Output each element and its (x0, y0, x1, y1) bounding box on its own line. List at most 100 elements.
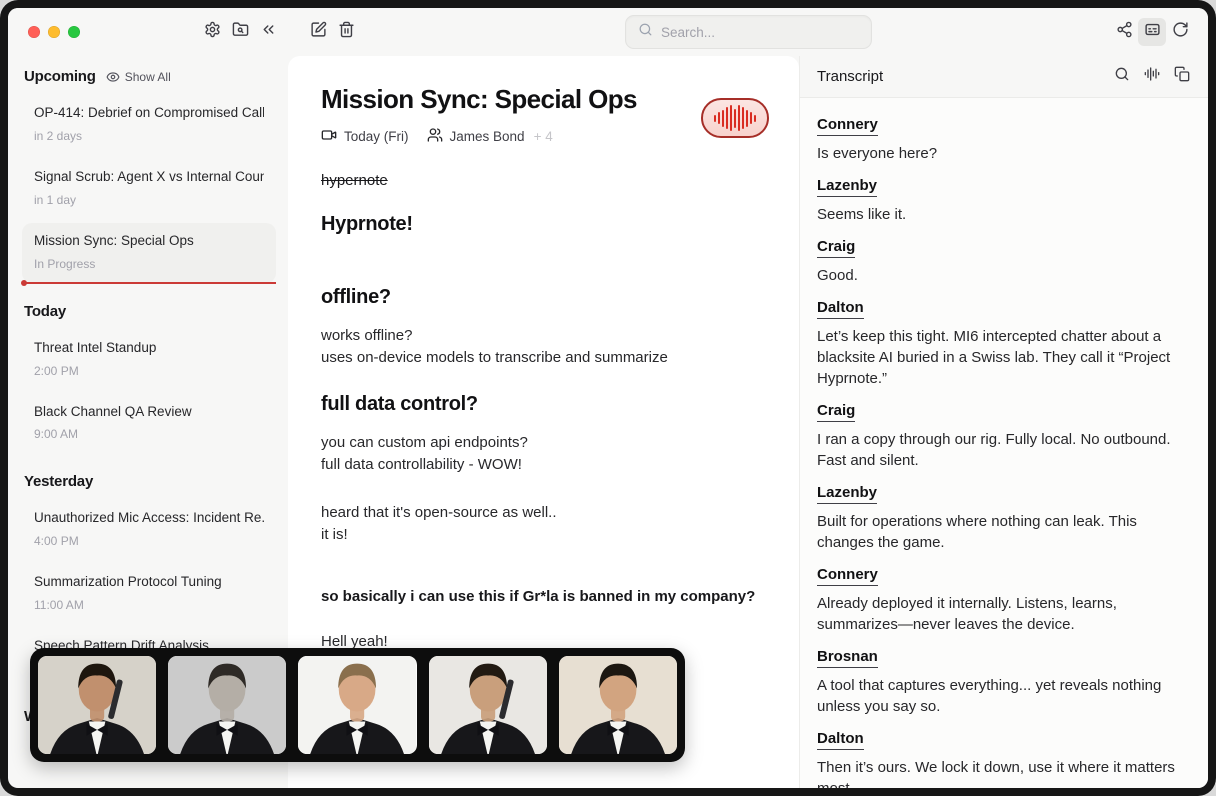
speaker-photo-dalton[interactable] (559, 656, 677, 754)
sidebar-section-title: Upcoming (24, 68, 96, 85)
share-button[interactable] (1110, 18, 1138, 46)
transcript-search-button[interactable] (1108, 63, 1136, 91)
waveform-bar (722, 110, 725, 127)
speaker-name[interactable]: Craig (817, 238, 855, 258)
note-block-p: you can custom api endpoints?full data c… (321, 432, 765, 476)
transcript-copy-button[interactable] (1168, 63, 1196, 91)
speaker-text: Good. (817, 265, 1188, 286)
video-icon (321, 127, 337, 146)
note-block-bold: so basically i can use this if Gr*la is … (321, 588, 765, 605)
search-placeholder: Search... (661, 25, 715, 40)
sidebar-item[interactable]: Summarization Protocol Tuning 11:00 AM (22, 564, 276, 624)
speaker-photo-brosnan[interactable] (429, 656, 547, 754)
share-icon (1116, 21, 1133, 43)
speaker-text: I ran a copy through our rig. Fully loca… (817, 429, 1188, 471)
recording-button[interactable] (701, 98, 769, 138)
sidebar-item-title: Mission Sync: Special Ops (34, 233, 264, 250)
attendees-extra-count: + 4 (534, 129, 553, 144)
transcript-title: Transcript (817, 68, 1108, 85)
copy-icon (1174, 66, 1190, 87)
transcript-entry: Dalton Let’s keep this tight. MI6 interce… (817, 299, 1188, 389)
speaker-text: Is everyone here? (817, 143, 1188, 164)
speaker-name[interactable]: Dalton (817, 730, 864, 750)
transcript-entry: Brosnan A tool that captures everything..… (817, 648, 1188, 717)
zoom-window-button[interactable] (68, 26, 80, 38)
sidebar-item-title: Black Channel QA Review (34, 404, 264, 421)
speaker-name[interactable]: Dalton (817, 299, 864, 319)
sidebar-section-title: Yesterday (8, 457, 288, 500)
speaker-name[interactable]: Connery (817, 116, 878, 136)
collapse-sidebar-button[interactable] (254, 18, 282, 46)
sidebar-section-title: Today (8, 287, 288, 330)
collapse-sidebar-icon (260, 21, 277, 43)
sidebar-item[interactable]: OP-414: Debrief on Compromised Callin 2 … (22, 95, 276, 155)
speaker-photo-craig[interactable] (298, 656, 416, 754)
waveform-bar (714, 115, 717, 122)
note-title[interactable]: Mission Sync: Special Ops (321, 84, 765, 115)
sidebar-item-title: Summarization Protocol Tuning (34, 574, 264, 591)
waveform-bar (726, 107, 729, 129)
sidebar-item-subtitle: In Progress (34, 257, 264, 271)
users-icon (427, 127, 443, 146)
transcript-entry: DaltonThen it’s ours. We lock it down, u… (817, 730, 1188, 788)
show-all-label: Show All (125, 70, 171, 84)
delete-note-button[interactable] (332, 18, 360, 46)
speaker-name[interactable]: Craig (817, 402, 855, 422)
sidebar-item-subtitle: 9:00 AM (34, 427, 264, 441)
sidebar-item[interactable]: Black Channel QA Review 9:00 AM (22, 394, 276, 454)
speaker-text: A tool that captures everything... yet r… (817, 675, 1188, 717)
sidebar-item-title: OP-414: Debrief on Compromised Call (34, 105, 264, 122)
show-all-button[interactable]: Show All (106, 70, 171, 84)
waveform-bar (742, 107, 745, 129)
attendees[interactable]: James Bond + 4 (427, 127, 553, 146)
sidebar-item-subtitle: in 1 day (34, 193, 264, 207)
speaker-name[interactable]: Lazenby (817, 484, 877, 504)
sync-button[interactable] (1166, 18, 1194, 46)
speaker-photo-connery[interactable] (38, 656, 156, 754)
speaker-name[interactable]: Brosnan (817, 648, 878, 668)
widget-panel-icon (1144, 21, 1161, 43)
search-icon (638, 22, 653, 42)
sidebar-item[interactable]: Unauthorized Mic Access: Incident Re...4… (22, 500, 276, 560)
sidebar-item[interactable]: Threat Intel Standup2:00 PM (22, 330, 276, 390)
speaker-name[interactable]: Connery (817, 566, 878, 586)
widget-panel-button[interactable] (1138, 18, 1166, 46)
meeting-date[interactable]: Today (Fri) (321, 127, 409, 146)
toolbar: Search... (8, 8, 1208, 56)
search-input[interactable]: Search... (625, 15, 872, 49)
new-note-button[interactable] (304, 18, 332, 46)
speaker-photo-lazenby[interactable] (168, 656, 286, 754)
minimize-window-button[interactable] (48, 26, 60, 38)
right-toolbar-group (1110, 8, 1194, 56)
waveform-bar (734, 109, 737, 128)
note-block-h2: Hyprnote! (321, 213, 765, 236)
close-window-button[interactable] (28, 26, 40, 38)
waveform-bar (750, 112, 753, 124)
folder-search-icon (232, 21, 249, 43)
sidebar-toolbar-group (198, 8, 282, 56)
speaker-text: Already deployed it internally. Listens,… (817, 593, 1188, 635)
sidebar-item-subtitle: 11:00 AM (34, 598, 264, 612)
note-body[interactable]: hypernoteHyprnote!offline?works offline?… (321, 172, 765, 653)
window-controls (28, 26, 80, 38)
note-block-p: heard that it's open-source as well..it … (321, 502, 765, 546)
transcript-entry: Connery Already deployed it internally. L… (817, 566, 1188, 635)
waveform-bar (738, 105, 741, 131)
transcript-body: Connery Is everyone here? LazenbySeems lik… (799, 98, 1208, 788)
speaker-text: Let’s keep this tight. MI6 intercepted c… (817, 326, 1188, 389)
transcript-header: Transcript (799, 56, 1208, 98)
speaker-name[interactable]: Lazenby (817, 177, 877, 197)
folder-search-button[interactable] (226, 18, 254, 46)
note-block-h2: full data control? (321, 393, 765, 416)
note-block-h2: offline? (321, 286, 765, 309)
search-icon (1114, 66, 1130, 87)
sidebar-item-title: Threat Intel Standup (34, 340, 264, 357)
settings-button[interactable] (198, 18, 226, 46)
transcript-audio-button[interactable] (1138, 63, 1166, 91)
trash-icon (338, 21, 355, 43)
note-block-strike: hypernote (321, 172, 765, 189)
transcript-entry: LazenbySeems like it. (817, 177, 1188, 225)
sidebar-item[interactable]: Signal Scrub: Agent X vs Internal Coun..… (22, 159, 276, 219)
transcript-entry: Connery Is everyone here? (817, 116, 1188, 164)
sidebar-item[interactable]: Mission Sync: Special Ops In Progress (22, 223, 276, 283)
